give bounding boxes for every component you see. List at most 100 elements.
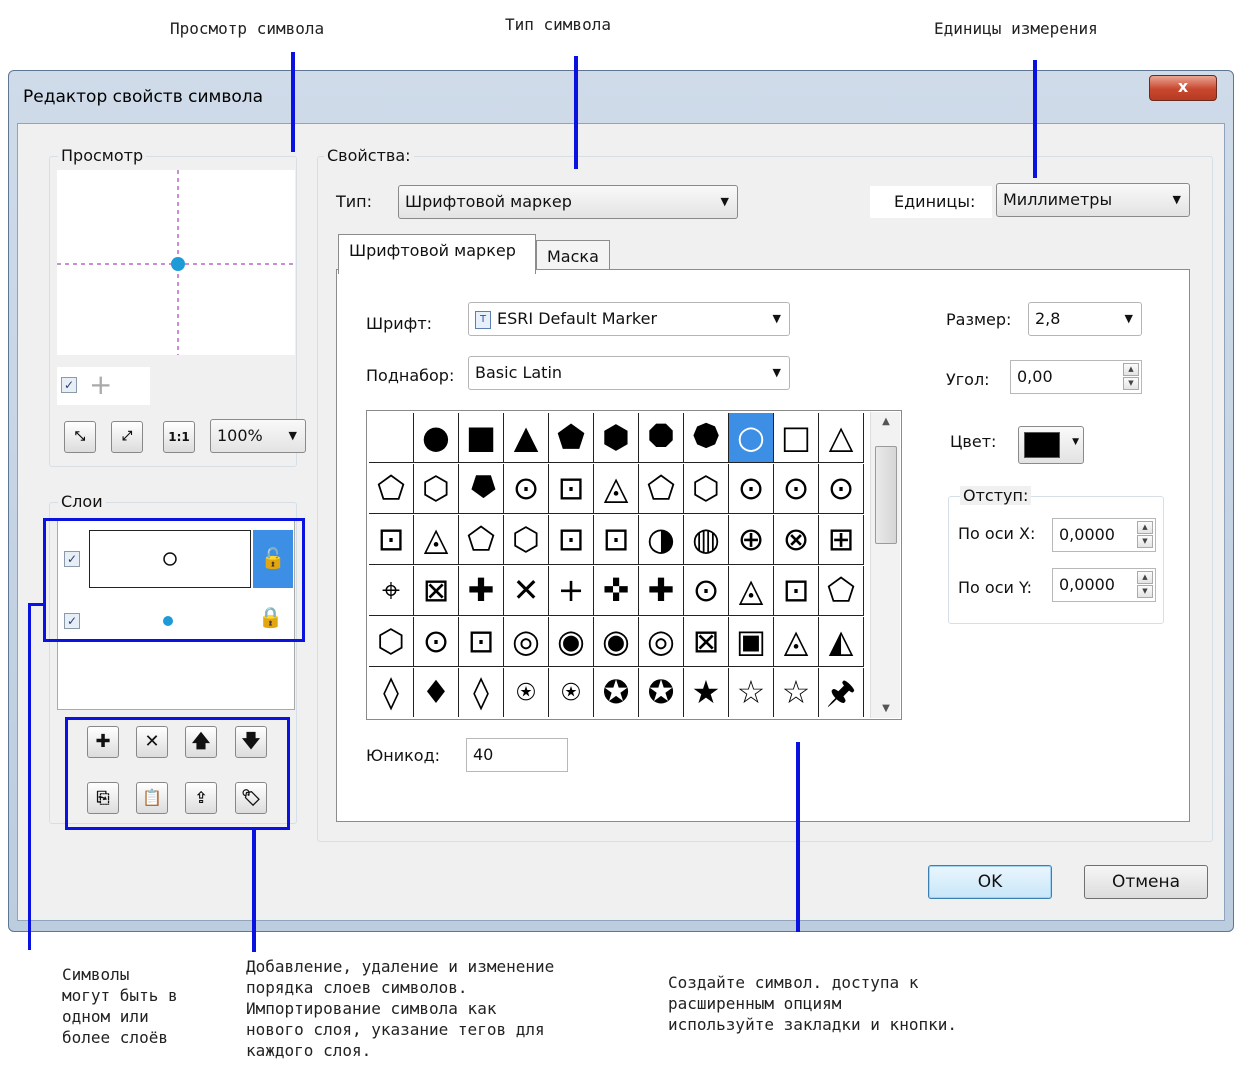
glyph-cell[interactable]: ⊙ — [774, 464, 819, 514]
glyph-cell[interactable]: ⬠ — [639, 464, 684, 514]
glyph-cell[interactable]: ⍟ — [549, 668, 594, 717]
glyph-cell[interactable]: ⬡ — [369, 617, 414, 667]
glyph-cell[interactable]: ⯄ — [684, 413, 729, 463]
units-value: Миллиметры — [1003, 190, 1113, 209]
glyph-cell[interactable]: ⊡ — [549, 515, 594, 565]
glyph-cell[interactable]: ◬ — [729, 566, 774, 616]
glyph-cell[interactable]: ◬ — [594, 464, 639, 514]
glyph-cell[interactable]: ⊙ — [684, 566, 729, 616]
glyph-cell[interactable]: ⬡ — [684, 464, 729, 514]
close-button[interactable]: x — [1149, 75, 1217, 101]
glyph-cell[interactable]: ⊕ — [729, 515, 774, 565]
zoom-out-button[interactable]: ⤢ — [111, 421, 143, 453]
callout-tools: Добавление, удаление и изменение порядка… — [246, 957, 555, 1060]
subset-label: Поднабор: — [366, 366, 455, 385]
glyph-cell[interactable]: ✚ — [459, 566, 504, 616]
glyph-cell[interactable]: ✕ — [504, 566, 549, 616]
glyph-cell[interactable]: 🖈 — [819, 668, 864, 717]
tab-font-marker[interactable]: Шрифтовой маркер — [338, 234, 536, 274]
glyph-cell[interactable]: ◑ — [639, 515, 684, 565]
glyph-cell[interactable]: ⯂ — [459, 464, 504, 514]
scroll-up-arrow[interactable]: ▲ — [871, 416, 901, 427]
glyph-cell[interactable]: ⯃ — [639, 413, 684, 463]
glyph-cell[interactable]: ✜ — [594, 566, 639, 616]
glyph-cell[interactable]: ▲ — [504, 413, 549, 463]
glyph-cell[interactable]: ⬠ — [819, 566, 864, 616]
cancel-button[interactable]: Отмена — [1084, 865, 1208, 899]
font-dropdown[interactable]: T ESRI Default Marker ▼ — [468, 302, 790, 336]
glyph-cell[interactable]: ◬ — [774, 617, 819, 667]
glyph-cell[interactable]: ☆ — [729, 668, 774, 717]
glyph-cell[interactable]: ◎ — [639, 617, 684, 667]
callout-line-type — [574, 56, 578, 169]
glyph-cell[interactable]: □ — [774, 413, 819, 463]
glyph-cell[interactable]: ◉ — [549, 617, 594, 667]
glyph-cell[interactable]: ■ — [459, 413, 504, 463]
glyph-cell[interactable]: ◬ — [414, 515, 459, 565]
glyph-cell[interactable]: ⊠ — [414, 566, 459, 616]
glyph-cell[interactable]: ✚ — [639, 566, 684, 616]
glyph-cell[interactable]: ⊞ — [819, 515, 864, 565]
units-dropdown[interactable]: Миллиметры ▼ — [996, 183, 1190, 217]
glyph-cell[interactable]: ⊡ — [369, 515, 414, 565]
zoom-in-button[interactable]: ⤡ — [64, 421, 96, 453]
glyph-cell[interactable]: ◊ — [369, 668, 414, 717]
glyph-cell[interactable]: ⍟ — [504, 668, 549, 717]
glyph-cell[interactable]: ♦ — [414, 668, 459, 717]
ok-button[interactable]: OK — [928, 865, 1052, 899]
preview-crosshair — [57, 170, 295, 355]
glyph-cell[interactable]: ☆ — [774, 668, 819, 717]
size-dropdown[interactable]: 2,8 ▼ — [1028, 302, 1142, 336]
offset-y-spinner[interactable]: ▲ ▼ — [1137, 571, 1153, 599]
glyph-cell[interactable] — [369, 413, 414, 463]
glyph-cell[interactable]: ⬡ — [504, 515, 549, 565]
zoom-dropdown[interactable]: 100% ▼ — [210, 419, 306, 453]
type-dropdown[interactable]: Шрифтовой маркер ▼ — [398, 185, 738, 219]
subset-dropdown[interactable]: Basic Latin ▼ — [468, 356, 790, 390]
glyph-cell[interactable]: ⬢ — [594, 413, 639, 463]
color-picker[interactable]: ▼ — [1018, 426, 1084, 464]
glyph-cell[interactable]: ⊡ — [774, 566, 819, 616]
glyph-cell[interactable]: ◊ — [459, 668, 504, 717]
glyph-cell[interactable]: ⬟ — [549, 413, 594, 463]
glyph-cell[interactable]: ⊙ — [414, 617, 459, 667]
glyph-cell[interactable]: ⊙ — [504, 464, 549, 514]
glyph-cell[interactable]: ⬠ — [459, 515, 504, 565]
offset-x-input[interactable]: 0,0000 ▲ ▼ — [1052, 518, 1156, 552]
glyph-cell[interactable]: ⌖ — [369, 566, 414, 616]
glyph-cell[interactable]: ◎ — [504, 617, 549, 667]
glyph-cell[interactable]: ⊡ — [459, 617, 504, 667]
offset-x-spinner[interactable]: ▲ ▼ — [1137, 521, 1153, 549]
scroll-down-arrow[interactable]: ▼ — [871, 703, 901, 714]
offset-y-input[interactable]: 0,0000 ▲ ▼ — [1052, 568, 1156, 602]
actual-size-button[interactable]: 1:1 — [163, 421, 195, 453]
glyph-cell[interactable]: ⊙ — [819, 464, 864, 514]
glyph-cell[interactable]: ◭ — [819, 617, 864, 667]
glyph-grid-scrollbar[interactable]: ▲ ▼ — [870, 412, 900, 718]
glyph-cell[interactable]: ○ — [729, 413, 774, 463]
glyph-cell[interactable]: ⊠ — [684, 617, 729, 667]
glyph-cell[interactable]: ⬠ — [369, 464, 414, 514]
angle-input[interactable]: 0,00 ▲ ▼ — [1010, 360, 1142, 394]
glyph-cell[interactable]: ⊡ — [594, 515, 639, 565]
glyph-cell[interactable]: + — [549, 566, 594, 616]
glyph-cell[interactable]: ✪ — [594, 668, 639, 717]
unicode-input[interactable]: 40 — [466, 738, 568, 772]
glyph-cell[interactable]: ⊗ — [774, 515, 819, 565]
glyph-cell[interactable]: ⊡ — [549, 464, 594, 514]
glyph-cell[interactable]: ★ — [684, 668, 729, 717]
glyph-cell[interactable]: ● — [414, 413, 459, 463]
glyph-cell[interactable]: △ — [819, 413, 864, 463]
glyph-cell[interactable]: ⊙ — [729, 464, 774, 514]
glyph-cell[interactable]: ⬡ — [414, 464, 459, 514]
scroll-thumb[interactable] — [875, 446, 897, 544]
unicode-label: Юникод: — [366, 746, 441, 765]
glyph-cell[interactable]: ◉ — [594, 617, 639, 667]
glyph-cell[interactable]: ✪ — [639, 668, 684, 717]
chevron-down-icon: ▼ — [772, 312, 781, 325]
glyph-cell[interactable]: ◍ — [684, 515, 729, 565]
font-value: ESRI Default Marker — [497, 309, 658, 328]
glyph-cell[interactable]: ▣ — [729, 617, 774, 667]
angle-spinner[interactable]: ▲ ▼ — [1123, 363, 1139, 391]
preview-layer-checkbox[interactable]: ✓ — [61, 377, 77, 393]
